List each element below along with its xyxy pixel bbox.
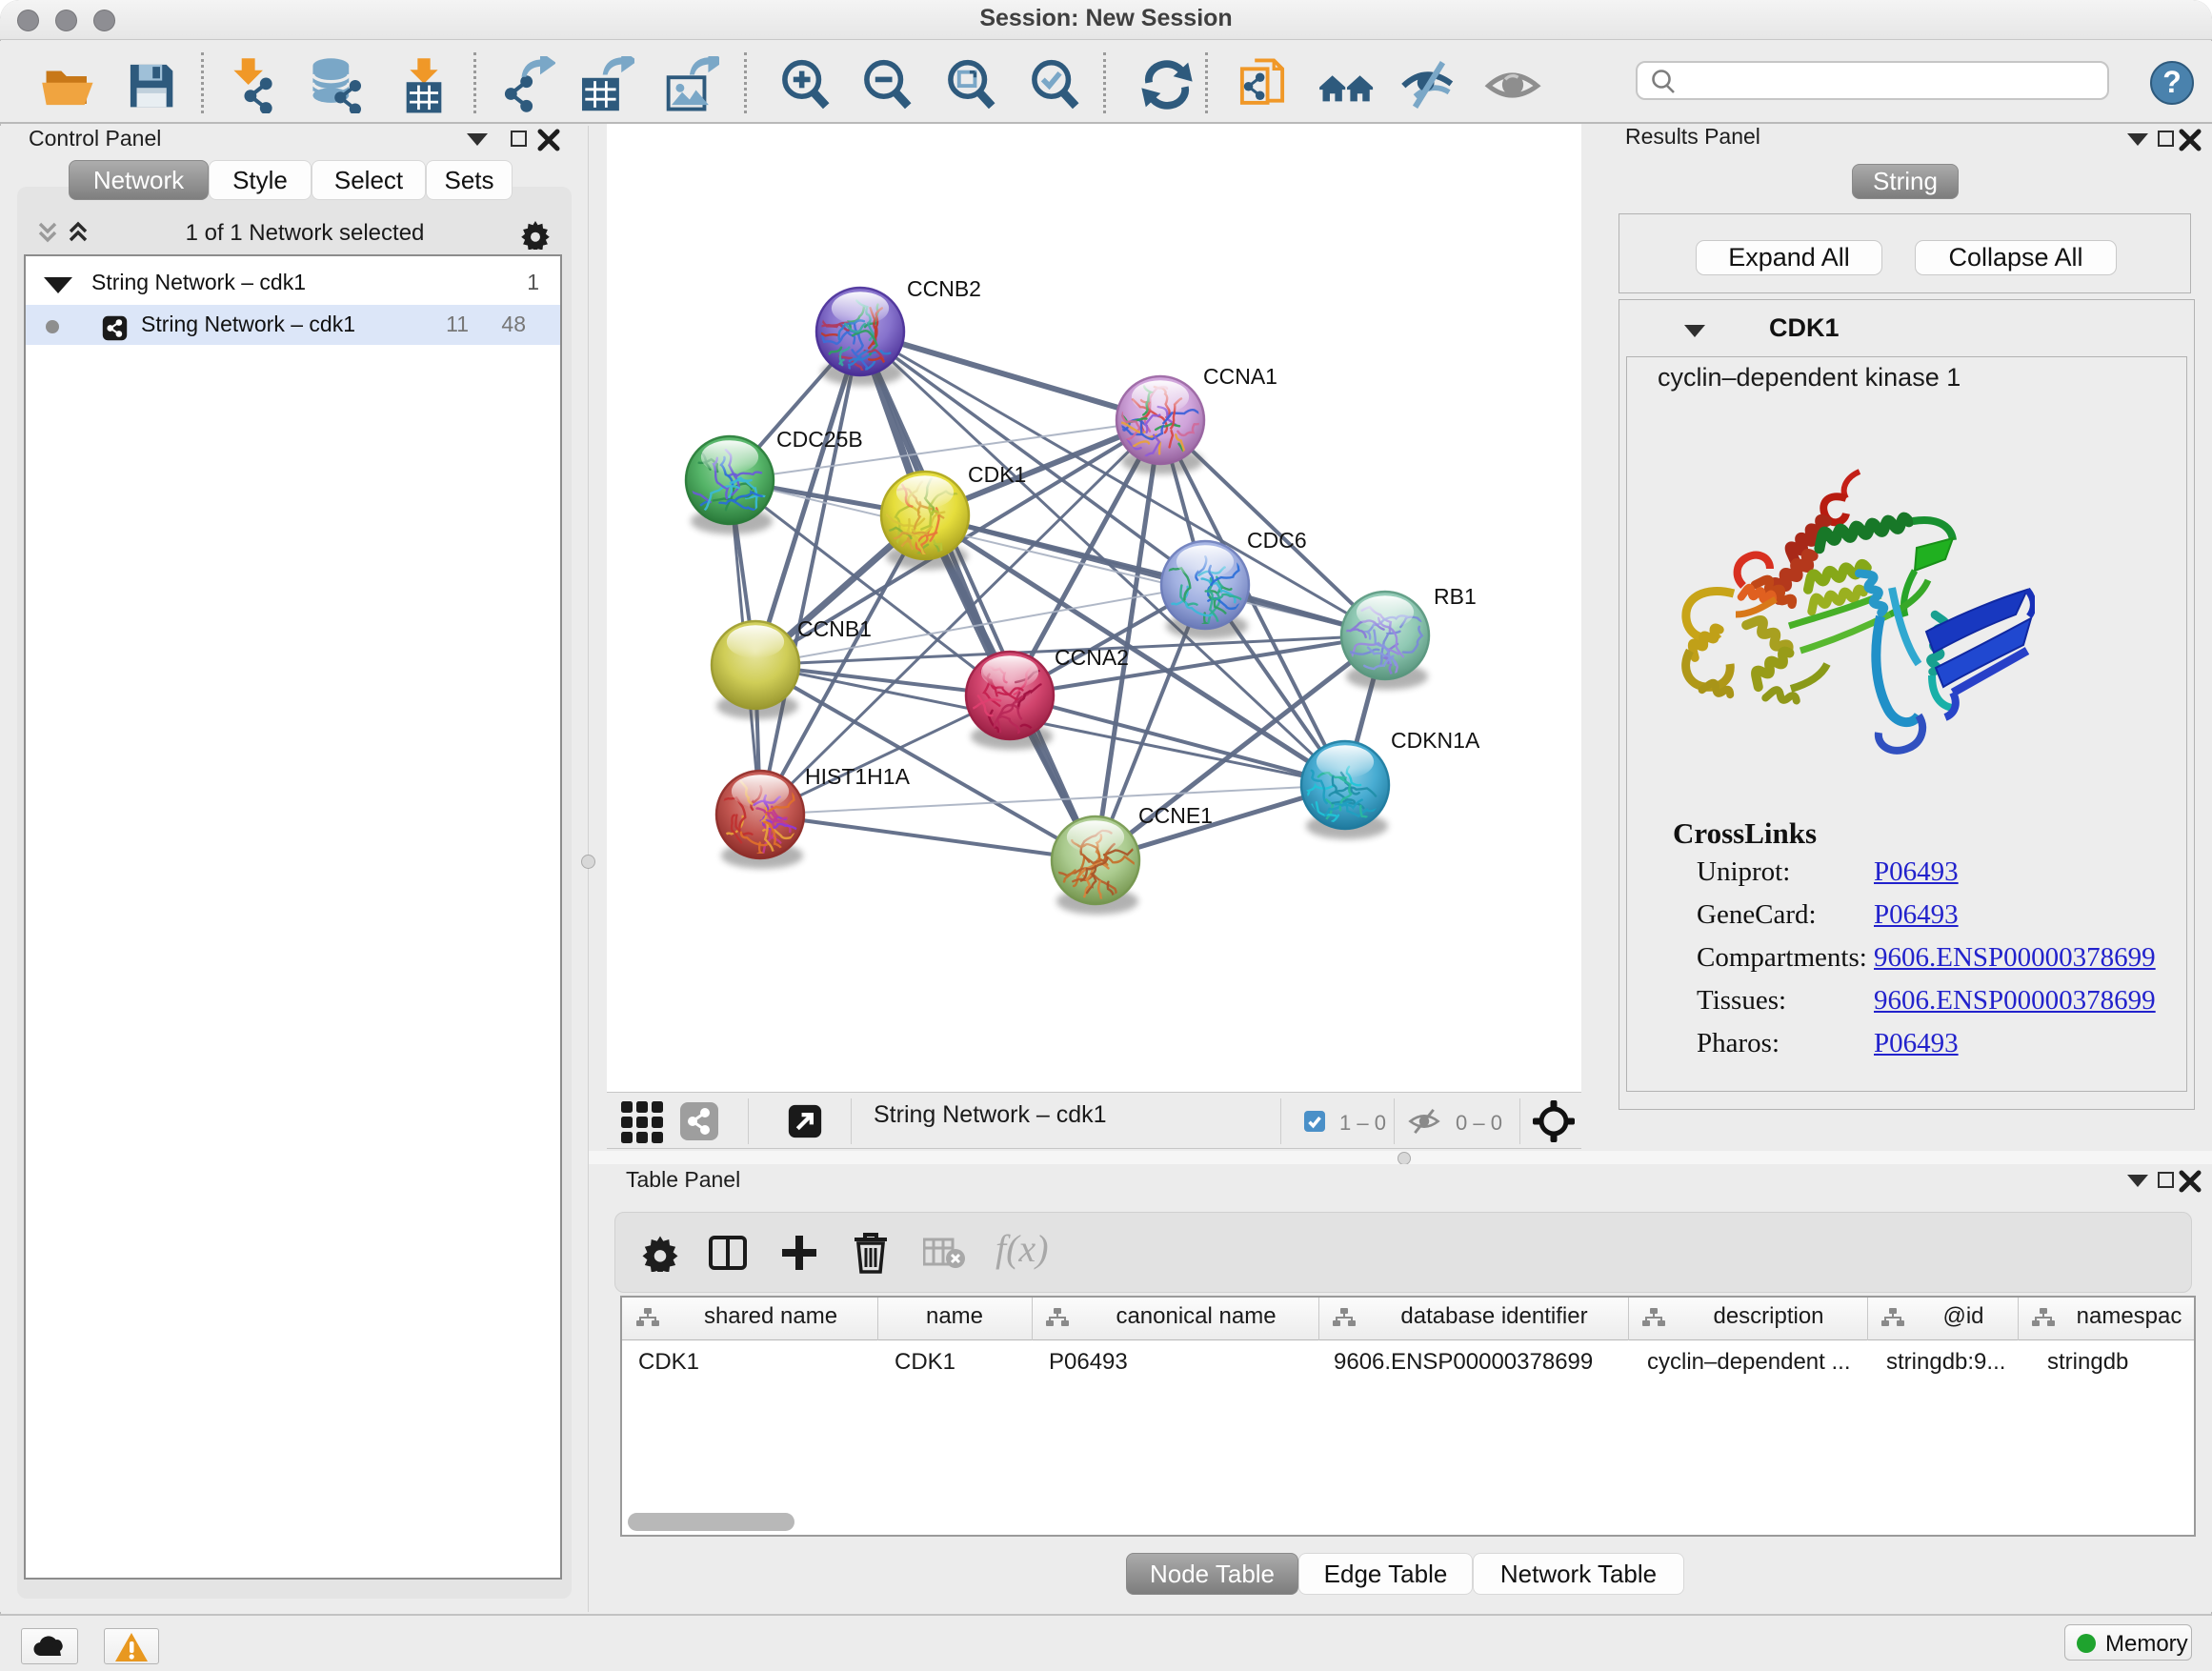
svg-text:CDC25B: CDC25B	[776, 427, 863, 452]
svg-text:CCNE1: CCNE1	[1138, 803, 1213, 828]
svg-text:CCNB2: CCNB2	[907, 276, 981, 301]
svg-text:CCNA2: CCNA2	[1055, 645, 1129, 670]
svg-text:RB1: RB1	[1434, 584, 1477, 609]
svg-text:CDC6: CDC6	[1247, 528, 1307, 553]
svg-text:CDKN1A: CDKN1A	[1391, 728, 1480, 753]
svg-text:CCNB1: CCNB1	[797, 616, 872, 641]
svg-text:?: ?	[2162, 65, 2182, 99]
svg-text:CCNA1: CCNA1	[1203, 364, 1277, 389]
svg-text:HIST1H1A: HIST1H1A	[805, 764, 911, 789]
svg-text:CDK1: CDK1	[968, 462, 1026, 487]
